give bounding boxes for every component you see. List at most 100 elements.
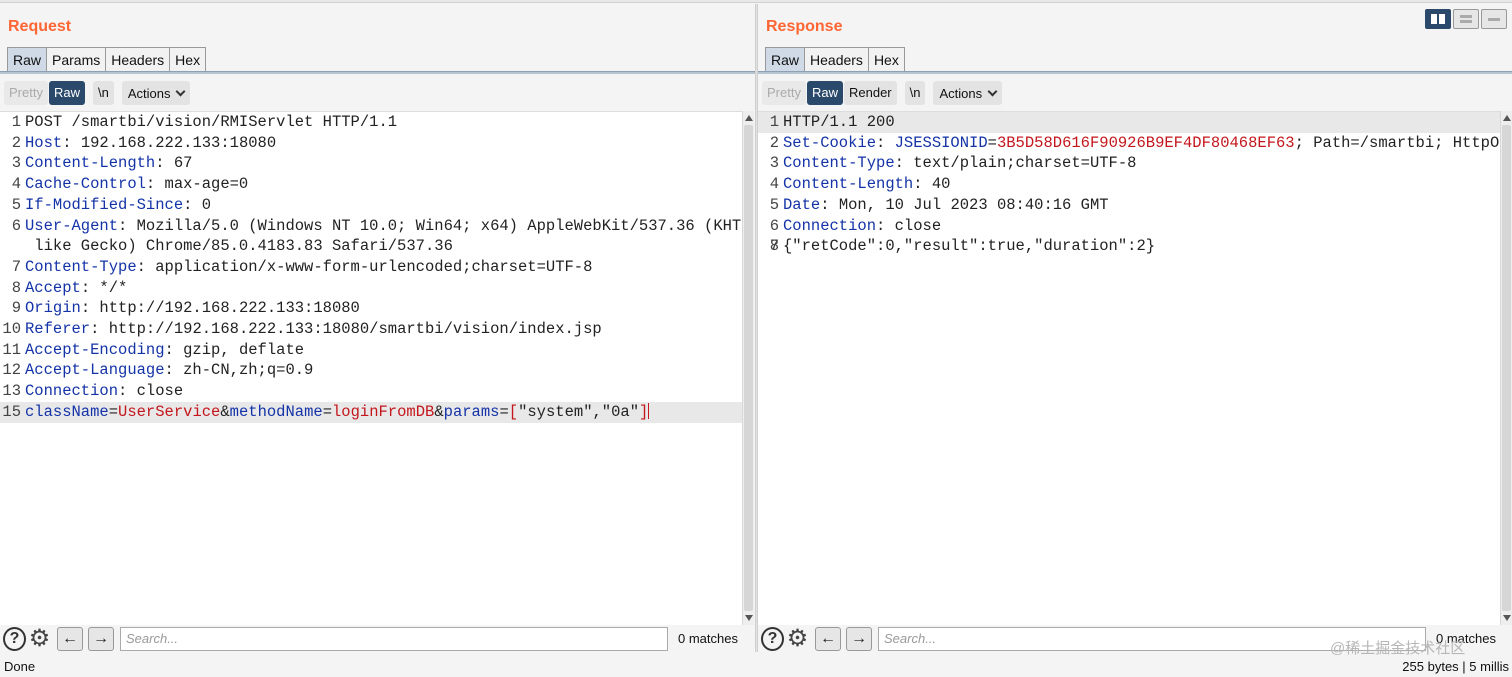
single-pane-icon — [1488, 17, 1500, 21]
code-text: & — [434, 402, 444, 421]
line-number: 2 — [769, 133, 779, 152]
header-name: Accept-Language — [25, 361, 165, 380]
response-pretty-button[interactable]: Pretty — [762, 81, 806, 105]
request-search-input[interactable]: Search... — [120, 626, 668, 651]
response-tab-hex[interactable]: Hex — [867, 47, 905, 72]
request-code-line: 15 className=UserService&methodName=login… — [0, 401, 742, 423]
request-code-line: 6 User-Agent: Mozilla/5.0 (Windows NT 10.… — [0, 216, 742, 237]
request-pretty-button[interactable]: Pretty — [4, 81, 48, 105]
status-text: Done — [4, 659, 36, 674]
request-code-line: 3 Content-Length: 67 — [0, 153, 742, 174]
response-newline-toggle[interactable]: \n — [904, 81, 926, 105]
header-name: Set-Cookie — [783, 133, 877, 152]
code-text: "system","0a" — [518, 402, 639, 421]
scroll-down-icon[interactable] — [1503, 615, 1511, 621]
code-text: = — [987, 133, 997, 152]
param-value: ] — [639, 402, 649, 421]
scroll-down-icon[interactable] — [745, 615, 753, 621]
text-cursor — [648, 402, 650, 419]
request-raw-button[interactable]: Raw — [48, 81, 85, 105]
response-code-line: 6 Connection: close — [758, 216, 1504, 237]
request-tab-params[interactable]: Params — [46, 47, 106, 72]
chevron-down-icon — [176, 86, 186, 96]
line-number: 4 — [11, 175, 21, 194]
response-raw-button[interactable]: Raw — [806, 81, 843, 105]
request-tab-headers[interactable]: Headers — [105, 47, 170, 72]
line-number: 13 — [2, 382, 21, 401]
header-name: className — [25, 402, 109, 421]
response-actions-dropdown[interactable]: Actions — [933, 81, 1003, 105]
code-text: HTTP/1.1 200 — [783, 113, 895, 131]
code-text: : */* — [80, 278, 128, 297]
layout-tabs-button[interactable] — [1481, 9, 1507, 29]
request-code-line: 1 POST /smartbi/vision/RMIServlet HTTP/1.… — [0, 112, 742, 133]
status-bar: Done 255 bytes | 5 millis — [0, 656, 1512, 677]
code-text: & — [220, 402, 230, 421]
scroll-thumb[interactable] — [1502, 125, 1511, 611]
code-text: : zh-CN,zh;q=0.9 — [164, 361, 314, 380]
line-number: 8 — [769, 237, 779, 256]
previous-match-button[interactable]: ← — [815, 626, 841, 651]
scroll-thumb[interactable] — [744, 125, 753, 611]
response-tab-headers[interactable]: Headers — [804, 47, 868, 72]
line-number: 5 — [11, 195, 21, 214]
header-name: methodName — [229, 402, 323, 421]
scroll-up-icon[interactable] — [1503, 115, 1511, 121]
splitter-grip — [756, 322, 757, 334]
header-name: Accept — [25, 278, 81, 297]
request-scrollbar[interactable] — [742, 111, 754, 625]
layout-side-by-side-button[interactable] — [1425, 9, 1451, 29]
search-settings-button[interactable]: ⚙ — [784, 626, 810, 652]
request-search-bar: ? ⚙ ← → Search... 0 matches — [0, 625, 755, 652]
line-number: 6 — [11, 216, 21, 235]
request-actions-label: Actions — [127, 85, 171, 101]
help-button[interactable]: ? — [758, 626, 784, 652]
search-settings-button[interactable]: ⚙ — [26, 626, 52, 652]
watermark: @稀土掘金技术社区 — [1330, 640, 1466, 657]
request-title: Request — [8, 18, 72, 35]
line-number: 1 — [769, 113, 779, 131]
chevron-down-icon — [987, 86, 998, 96]
request-actions-dropdown[interactable]: Actions — [121, 81, 191, 105]
request-code-line: 12 Accept-Language: zh-CN,zh;q=0.9 — [0, 360, 742, 381]
request-tab-raw[interactable]: Raw — [7, 47, 47, 72]
help-button[interactable]: ? — [0, 626, 26, 652]
code-text: : Mozilla/5.0 (Windows NT 10.0; Win64; x… — [118, 216, 742, 235]
response-code-line: 3 Content-Type: text/plain;charset=UTF-8 — [758, 153, 1504, 174]
response-editor[interactable]: 1 HTTP/1.1 200 2 Set-Cookie: JSESSIONID=3B5… — [758, 111, 1504, 625]
header-name: Referer — [25, 320, 91, 339]
code-text: : 0 — [183, 195, 212, 214]
response-actions-label: Actions — [939, 85, 983, 101]
response-tab-raw[interactable]: Raw — [765, 47, 805, 72]
response-render-button[interactable]: Render — [843, 81, 897, 105]
code-text: : http://192.168.222.133:18080 — [80, 299, 360, 318]
layout-stacked-button[interactable] — [1453, 9, 1479, 29]
code-text: : gzip, deflate — [164, 340, 305, 359]
param-value: UserService — [118, 402, 221, 421]
code-text: : close — [876, 216, 942, 235]
next-match-button[interactable]: → — [88, 626, 114, 651]
response-title: Response — [766, 18, 843, 35]
previous-match-button[interactable]: ← — [57, 626, 83, 651]
line-number: 9 — [11, 299, 21, 318]
header-name: Origin — [25, 299, 81, 318]
code-text: = — [322, 402, 332, 421]
header-name: Date — [783, 195, 821, 214]
request-code-line: 9 Origin: http://192.168.222.133:18080 — [0, 298, 742, 319]
header-name: Content-Type — [783, 154, 895, 173]
layout-switcher — [1425, 9, 1509, 29]
line-number: 4 — [769, 175, 779, 194]
response-size-timing: 255 bytes | 5 millis — [1402, 659, 1509, 674]
request-tab-hex[interactable]: Hex — [169, 47, 207, 72]
code-text: : 67 — [155, 154, 193, 173]
request-view-toolbar: Pretty Raw \n Actions — [4, 81, 191, 105]
request-newline-toggle[interactable]: \n — [92, 81, 114, 105]
line-number: 3 — [11, 154, 21, 173]
request-editor[interactable]: 1 POST /smartbi/vision/RMIServlet HTTP/1.… — [0, 111, 742, 625]
scroll-up-icon[interactable] — [745, 115, 753, 121]
code-text: {"retCode":0,"result":true,"duration":2} — [783, 237, 1156, 256]
code-text: = — [499, 402, 509, 421]
line-number: 8 — [11, 278, 21, 297]
next-match-button[interactable]: → — [846, 626, 872, 651]
response-scrollbar[interactable] — [1500, 111, 1512, 625]
